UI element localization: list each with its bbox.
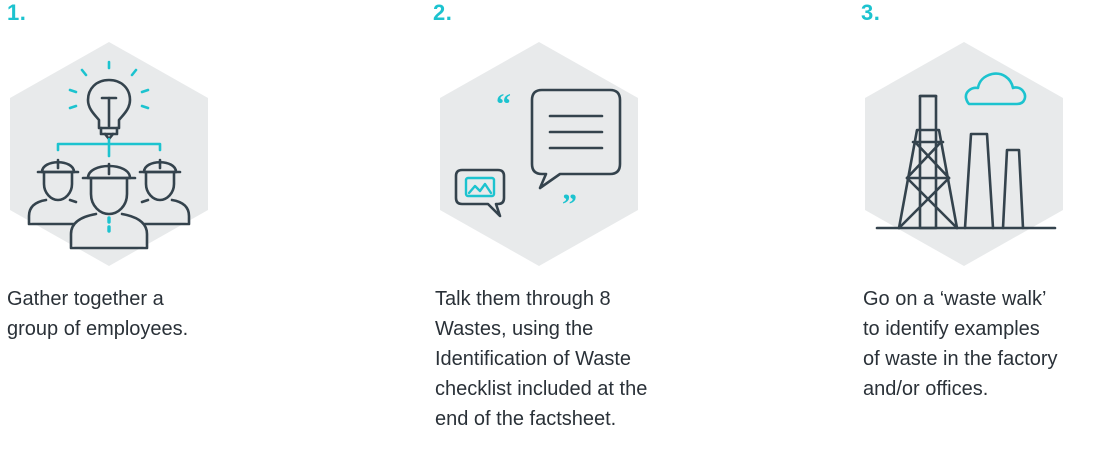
svg-text:”: ” bbox=[562, 188, 577, 221]
step-description: Talk them through 8 Wastes, using the Id… bbox=[435, 288, 648, 430]
step-1: 1. Gather together a group of employees. bbox=[0, 0, 300, 451]
step-number: 3. bbox=[861, 0, 881, 25]
svg-text:“: “ bbox=[496, 88, 511, 121]
step-description: Go on a ‘waste walk’ to identify example… bbox=[863, 288, 1058, 400]
step-number: 1. bbox=[7, 0, 27, 25]
discussion-icon: “ ” bbox=[440, 42, 638, 266]
step-number: 2. bbox=[433, 0, 453, 25]
factory-icon bbox=[865, 42, 1063, 266]
step-description: Gather together a group of employees. bbox=[7, 288, 189, 340]
team-idea-icon bbox=[10, 42, 208, 266]
step-2: 2. “ ” Talk them through 8 Wastes, using… bbox=[427, 0, 727, 451]
step-3: 3. Go on a ‘waste walk’ to identify exam… bbox=[856, 0, 1111, 451]
